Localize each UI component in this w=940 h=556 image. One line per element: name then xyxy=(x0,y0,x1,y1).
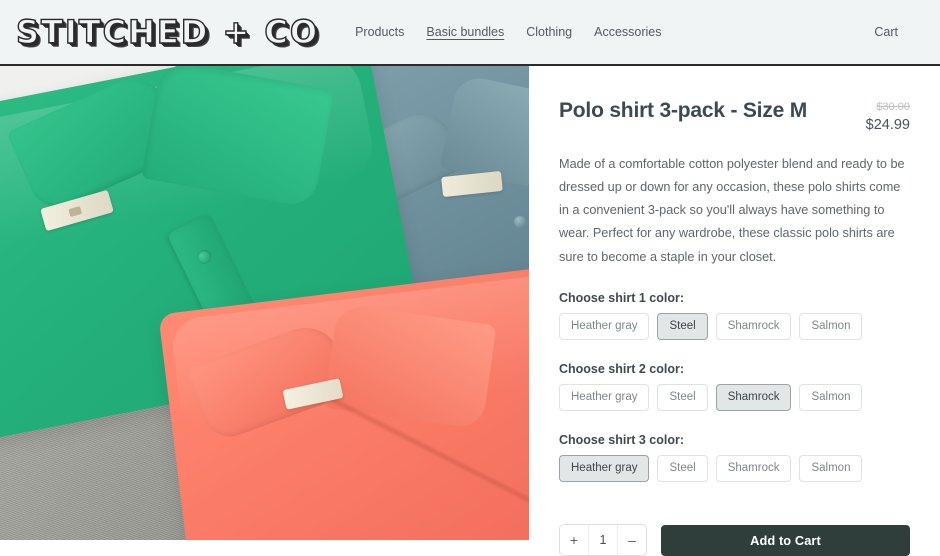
swatch-shirt-2-steel[interactable]: Steel xyxy=(657,383,708,412)
price-block: $30.00 $24.99 xyxy=(866,98,910,135)
swatch-shirt-1-heather-gray[interactable]: Heather gray xyxy=(559,312,650,340)
product-description: Made of a comfortable cotton polyester b… xyxy=(559,157,905,264)
shirt-shamrock-button-top xyxy=(194,247,214,267)
quantity-increment-button[interactable]: + xyxy=(560,525,588,556)
swatch-shirt-1-steel[interactable]: Steel xyxy=(657,312,708,340)
swatch-shirt-3-shamrock[interactable]: Shamrock xyxy=(715,455,792,483)
price-original: $30.00 xyxy=(876,101,910,113)
option-label-shirt-3: Choose shirt 3 color: xyxy=(559,433,685,448)
swatch-list-shirt-3: Heather gray Steel Shamrock Salmon xyxy=(559,455,910,483)
swatch-shirt-3-salmon[interactable]: Salmon xyxy=(799,455,863,483)
cart-link[interactable]: Cart xyxy=(874,25,922,39)
price-current: $24.99 xyxy=(865,116,910,133)
swatch-list-shirt-1: Heather gray Steel Shamrock Salmon xyxy=(559,312,910,340)
option-label-shirt-1: Choose shirt 1 color: xyxy=(559,290,685,305)
option-label-shirt-2: Choose shirt 2 color: xyxy=(559,361,685,376)
swatch-shirt-2-heather-gray[interactable]: Heather gray xyxy=(559,383,650,412)
option-group-shirt-2: Choose shirt 2 color: Heather gray Steel… xyxy=(559,361,910,412)
product-image[interactable] xyxy=(0,66,529,540)
brand-logo[interactable]: STITCHED + CO xyxy=(15,15,319,48)
swatch-list-shirt-2: Heather gray Steel Shamrock Salmon xyxy=(559,383,910,412)
primary-nav: Products Basic bundles Clothing Accessor… xyxy=(355,25,874,39)
shirt-steel-button xyxy=(514,216,526,228)
purchase-actions: + 1 – Add to Cart xyxy=(559,524,910,556)
site-header: STITCHED + CO Products Basic bundles Clo… xyxy=(0,0,940,66)
product-page-content: Polo shirt 3-pack - Size M $30.00 $24.99… xyxy=(0,66,940,556)
product-title: Polo shirt 3-pack - Size M xyxy=(559,99,808,122)
product-detail-panel: Polo shirt 3-pack - Size M $30.00 $24.99… xyxy=(529,66,940,556)
option-group-shirt-3: Choose shirt 3 color: Heather gray Steel… xyxy=(559,433,910,483)
swatch-shirt-3-heather-gray[interactable]: Heather gray xyxy=(559,455,650,483)
quantity-decrement-button[interactable]: – xyxy=(618,525,646,556)
swatch-shirt-1-shamrock[interactable]: Shamrock xyxy=(715,312,792,340)
nav-item-accessories[interactable]: Accessories xyxy=(594,25,661,39)
title-row: Polo shirt 3-pack - Size M $30.00 $24.99 xyxy=(559,98,910,135)
add-to-cart-button[interactable]: Add to Cart xyxy=(661,524,910,556)
option-group-shirt-1: Choose shirt 1 color: Heather gray Steel… xyxy=(559,291,910,340)
swatch-shirt-2-salmon[interactable]: Salmon xyxy=(799,383,863,412)
quantity-stepper[interactable]: + 1 – xyxy=(559,524,647,556)
nav-item-products[interactable]: Products xyxy=(355,25,404,39)
swatch-shirt-2-shamrock[interactable]: Shamrock xyxy=(715,383,792,412)
nav-item-clothing[interactable]: Clothing xyxy=(526,25,572,39)
swatch-shirt-1-salmon[interactable]: Salmon xyxy=(799,312,863,340)
nav-item-basic-bundles[interactable]: Basic bundles xyxy=(426,25,504,39)
swatch-shirt-3-steel[interactable]: Steel xyxy=(657,455,708,483)
quantity-value[interactable]: 1 xyxy=(588,525,618,556)
